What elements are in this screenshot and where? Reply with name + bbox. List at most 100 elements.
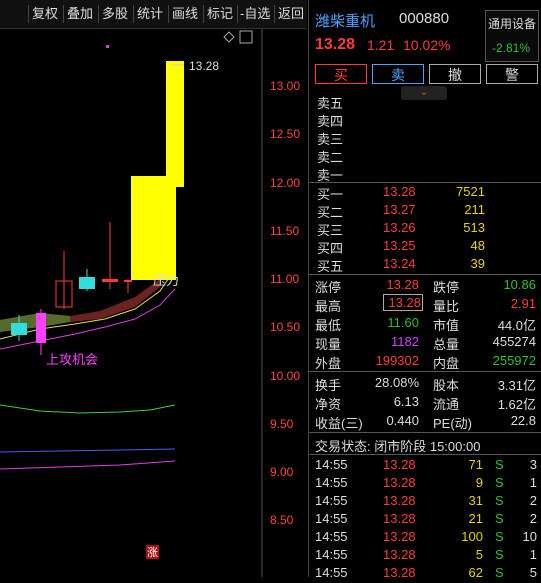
limit-up-candle <box>166 61 184 187</box>
sell-button[interactable]: 卖 <box>372 64 424 84</box>
price-axis-label: 11.00 <box>270 272 299 286</box>
tick-price: 13.28 <box>383 529 416 544</box>
stat-label: 跌停 <box>433 280 460 295</box>
candle <box>102 279 118 282</box>
bid-5-price: 13.24 <box>383 256 416 271</box>
stat-value: 455274 <box>492 334 536 349</box>
tick-side: S <box>495 475 504 490</box>
divider <box>309 274 541 275</box>
bid-3-label: 买三 <box>317 223 344 238</box>
toolbar-multi-stock[interactable]: 多股 <box>102 4 128 24</box>
stock-name[interactable]: 潍柴重机 <box>315 10 375 31</box>
price-axis-label: 11.50 <box>270 224 299 238</box>
ma-line-green <box>0 404 176 414</box>
candle <box>79 277 95 289</box>
fund-label: PE(动) <box>433 416 473 431</box>
ask-5-label: 卖五 <box>317 96 344 111</box>
fund-label: 净资 <box>315 397 342 412</box>
buy-button[interactable]: 买 <box>315 64 367 84</box>
stat-value: 44.0亿 <box>497 318 536 333</box>
tick-row: 14:55 13.28 31 S 2 <box>309 493 541 511</box>
tick-vol: 9 <box>475 475 483 490</box>
diamond-icon[interactable] <box>223 31 235 43</box>
tick-row: 14:55 13.28 5 S 1 <box>309 547 541 565</box>
price-axis: 13.00 12.50 12.00 11.50 11.00 10.50 10.0… <box>270 79 300 527</box>
stat-label: 涨停 <box>315 280 342 295</box>
toolbar-overlay[interactable]: 叠加 <box>67 4 93 24</box>
bid-5-vol: 39 <box>470 256 485 271</box>
tick-row: 14:55 13.28 62 S 5 <box>309 565 541 583</box>
toolbar-draw-line[interactable]: 画线 <box>172 4 198 24</box>
tick-vol: 5 <box>475 547 483 562</box>
marker-dot <box>106 45 109 48</box>
divider <box>309 432 541 433</box>
limit-up-tag-text: 涨 <box>147 546 158 559</box>
price-axis-label: 10.00 <box>270 369 300 383</box>
stat-value: 13.28 <box>386 277 419 292</box>
window-toggle-icon[interactable] <box>239 30 253 44</box>
bid-2-label: 买二 <box>317 205 344 220</box>
ma-line-magenta-low <box>0 460 176 470</box>
toolbar-mark[interactable]: 标记 <box>207 4 233 24</box>
stock-code: 000880 <box>399 10 450 27</box>
stat-value: 10.86 <box>503 277 536 292</box>
tick-n: 2 <box>529 493 537 508</box>
toolbar-statistics[interactable]: 统计 <box>137 4 163 24</box>
sector-box[interactable]: 通用设备 -2.81% <box>485 10 539 62</box>
price-axis-label: 12.00 <box>270 176 300 190</box>
candle <box>36 313 46 343</box>
tick-time: 14:55 <box>315 475 348 490</box>
fund-value: 3.31亿 <box>497 378 536 393</box>
tick-side: S <box>495 529 504 544</box>
tick-price: 13.28 <box>383 565 416 580</box>
bid-2-price: 13.27 <box>383 202 416 217</box>
ask-4-label: 卖四 <box>317 114 344 129</box>
ask-3-label: 卖三 <box>317 132 344 147</box>
kline-chart[interactable]: 13.00 12.50 12.00 11.50 11.00 10.50 10.0… <box>0 29 307 577</box>
sector-label: 通用设备 <box>488 17 537 31</box>
last-price: 13.28 <box>315 36 356 53</box>
high-price-label: 13.28 <box>189 59 219 73</box>
divider <box>309 454 541 455</box>
collapse-chevron-icon[interactable]: ⌄ <box>401 86 447 100</box>
quote-panel: 潍柴重机 000880 13.28 1.21 10.02% 通用设备 -2.81… <box>308 0 541 580</box>
stat-value: 11.60 <box>387 315 419 330</box>
signal-label: 上攻机会 <box>46 352 98 367</box>
toolbar-back[interactable]: 返回 <box>278 4 304 24</box>
stat-label: 外盘 <box>315 356 342 371</box>
tick-side: S <box>495 565 504 580</box>
fund-value: 6.13 <box>393 394 419 409</box>
stat-label: 最低 <box>315 318 342 333</box>
fund-label: 股本 <box>433 378 460 393</box>
bid-4-price: 13.25 <box>383 238 416 253</box>
tick-time: 14:55 <box>315 493 348 508</box>
fund-label: 流通 <box>433 397 460 412</box>
sector-pct: -2.81% <box>492 41 531 55</box>
fund-label: 收益(三) <box>315 416 363 431</box>
cancel-order-button[interactable]: 撤 <box>429 64 481 84</box>
bid-4-label: 买四 <box>317 241 344 256</box>
tick-n: 3 <box>529 457 537 472</box>
price-change-pct: 10.02% <box>403 37 451 53</box>
tick-n: 2 <box>529 511 537 526</box>
band-fill-olive <box>0 313 70 332</box>
tick-vol: 62 <box>468 565 483 580</box>
tick-vol: 71 <box>468 457 483 472</box>
tick-time: 14:55 <box>315 547 348 562</box>
tick-price: 13.28 <box>383 511 416 526</box>
tick-vol: 21 <box>468 511 483 526</box>
tick-n: 1 <box>529 475 537 490</box>
tick-side: S <box>495 457 504 472</box>
stat-label: 内盘 <box>433 356 460 371</box>
tick-time: 14:55 <box>315 565 348 580</box>
stat-label: 市值 <box>433 318 460 333</box>
tick-n: 1 <box>529 547 537 562</box>
toolbar-restore-rights[interactable]: 复权 <box>32 4 58 24</box>
toolbar-remove-watchlist[interactable]: -自选 <box>240 4 270 24</box>
alert-button[interactable]: 警 <box>486 64 538 84</box>
tick-side: S <box>495 547 504 562</box>
trade-status: 交易状态: 闭市阶段 15:00:00 <box>315 439 481 454</box>
price-change: 1.21 <box>367 37 395 53</box>
stat-value: 255972 <box>492 353 536 368</box>
price-axis-label: 10.50 <box>270 320 300 334</box>
